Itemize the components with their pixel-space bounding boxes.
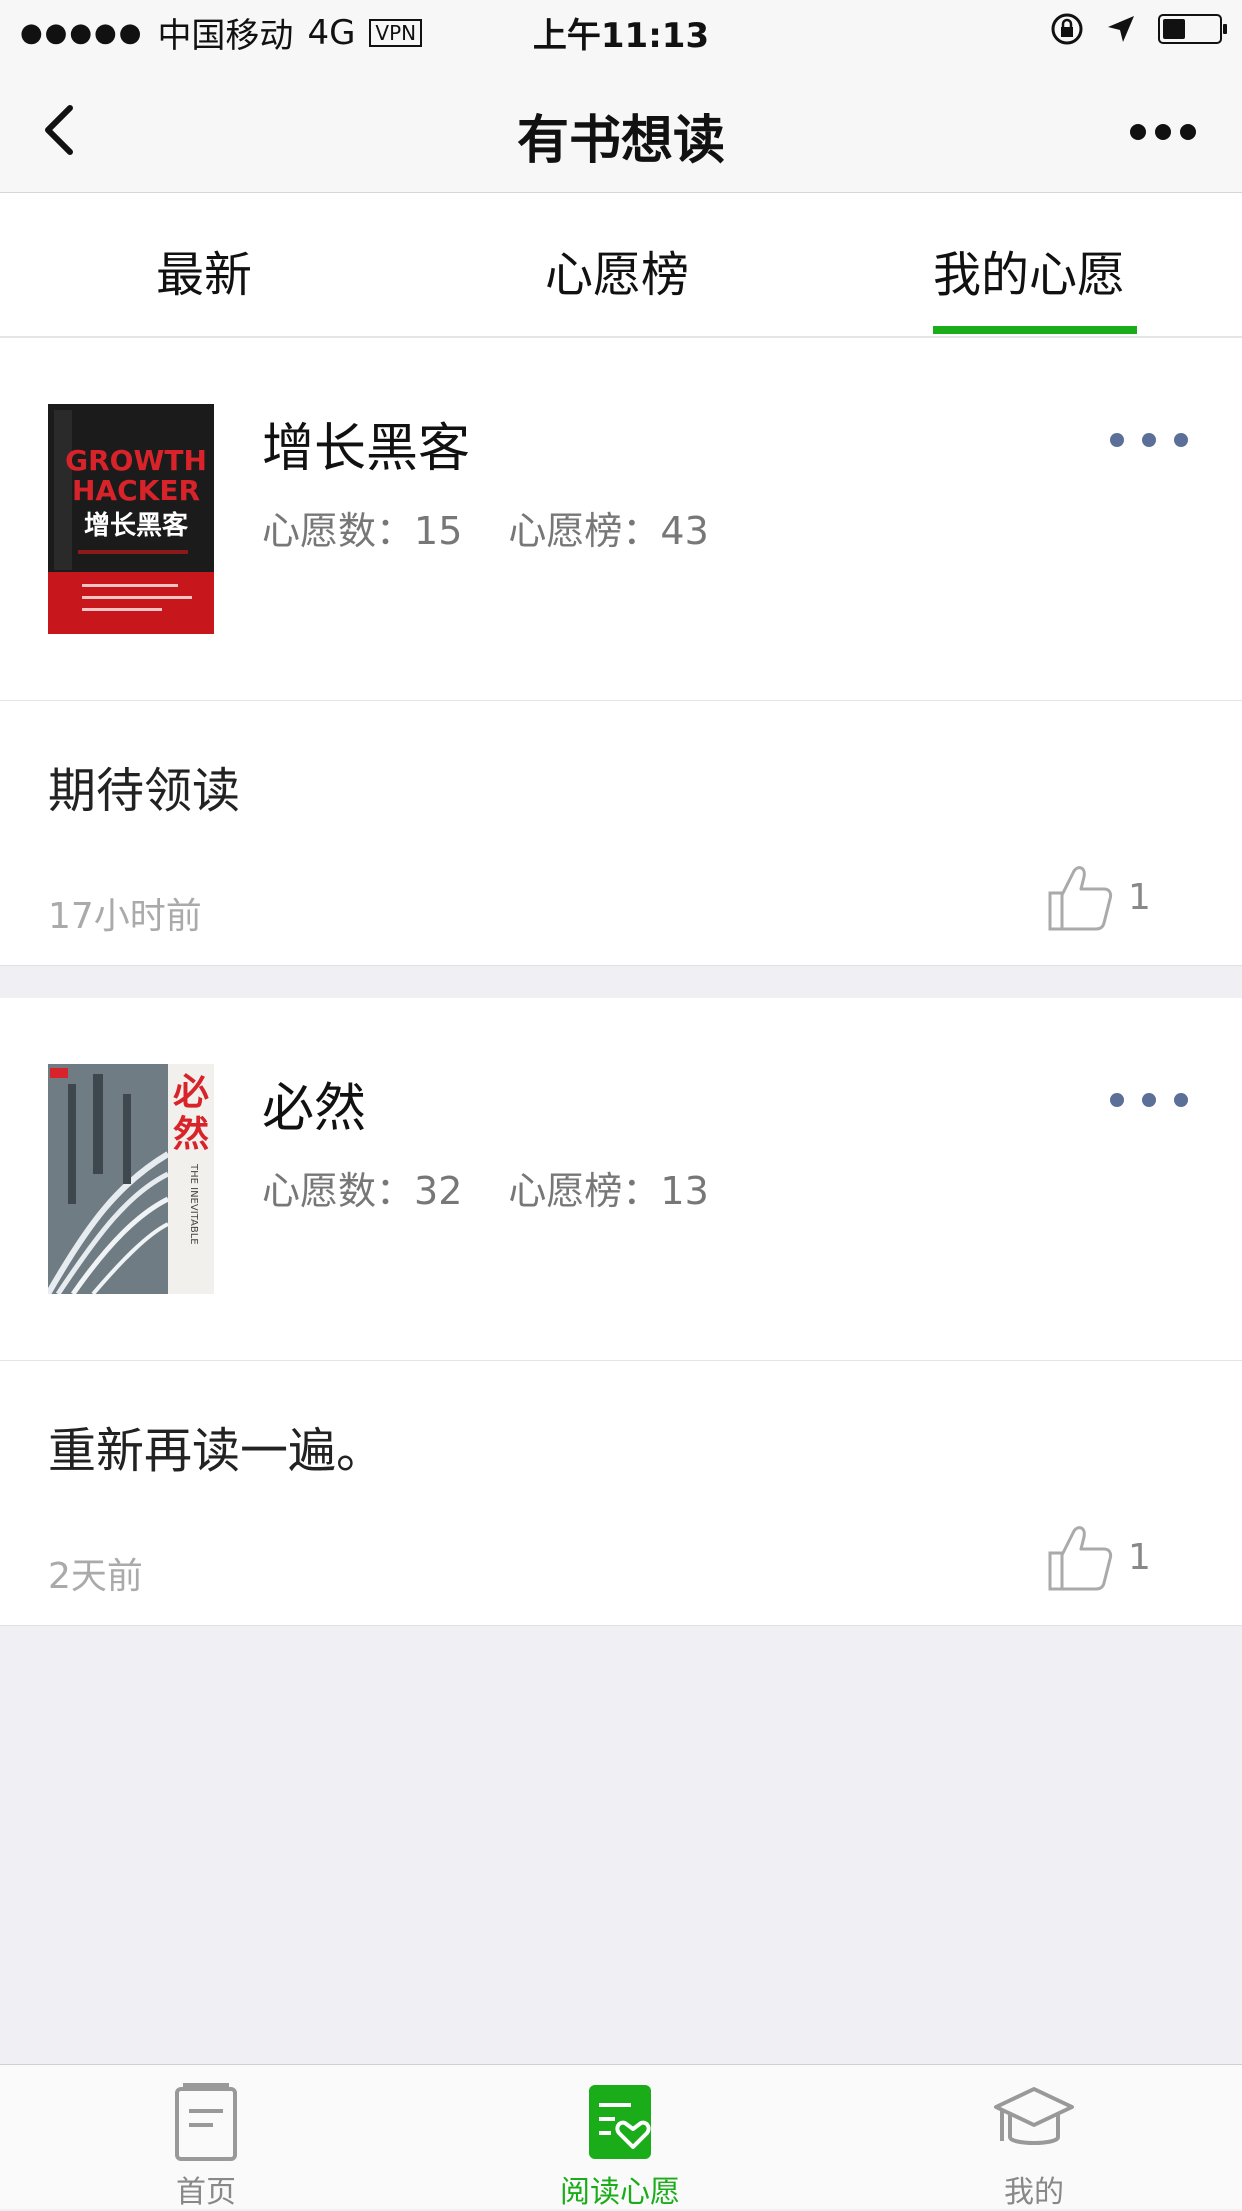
book-cover-inevitable[interactable]: 必 然 THE INEVITABLE xyxy=(48,1064,214,1294)
wish-count-label: 心愿数： xyxy=(262,509,415,553)
wish-card: GROWTH HACKER 增长黑客 增长黑客 心愿数：15 心愿榜：43 期待领… xyxy=(0,338,1242,966)
tab-latest[interactable]: 最新 xyxy=(156,235,252,305)
bottom-tab-bar: 首页 阅读心愿 我的 xyxy=(0,2064,1242,2211)
ranking-label: 心愿榜： xyxy=(508,509,661,553)
thumbs-up-icon[interactable] xyxy=(1044,863,1114,933)
ranking-value: 13 xyxy=(660,1169,709,1213)
thumbs-up-icon[interactable] xyxy=(1044,1523,1114,1593)
tab-my-wishes[interactable]: 我的心愿 xyxy=(933,235,1125,305)
tabbar-me[interactable]: 我的 xyxy=(934,2081,1134,2211)
navigation-bar: 有书想读 xyxy=(0,64,1242,193)
page-title: 有书想读 xyxy=(516,111,725,171)
comment-time: 2天前 xyxy=(48,1556,143,1597)
tabbar-home-label: 首页 xyxy=(176,2175,236,2210)
tabbar-reading-wish-label: 阅读心愿 xyxy=(560,2175,680,2210)
location-arrow-icon xyxy=(1108,16,1134,42)
book-row[interactable]: GROWTH HACKER 增长黑客 增长黑客 心愿数：15 心愿榜：43 xyxy=(0,338,1242,701)
home-notebook-icon xyxy=(175,2083,237,2161)
wish-count: 15 xyxy=(414,509,463,553)
svg-text:必: 必 xyxy=(173,1072,209,1113)
reading-wish-icon xyxy=(589,2085,651,2159)
battery-icon xyxy=(1158,14,1227,44)
svg-text:增长黑客: 增长黑客 xyxy=(84,510,189,541)
svg-text:THE INEVITABLE: THE INEVITABLE xyxy=(188,1163,199,1245)
book-stats: 心愿数：32 心愿榜：13 xyxy=(262,1160,709,1215)
comment-time: 17小时前 xyxy=(48,896,202,937)
book-cover-growth-hacker[interactable]: GROWTH HACKER 增长黑客 xyxy=(48,404,214,634)
more-menu-icon[interactable] xyxy=(1128,122,1198,142)
tabbar-home[interactable]: 首页 xyxy=(106,2081,306,2211)
wish-comment: 期待领读 17小时前 1 xyxy=(0,701,1242,966)
wish-count: 32 xyxy=(414,1169,463,1213)
tabbar-me-label: 我的 xyxy=(1004,2175,1064,2210)
comment-text: 期待领读 xyxy=(48,763,241,819)
status-bar: ●●●●● 中国移动 4G VPN 上午11:13 xyxy=(0,0,1242,64)
like-count: 1 xyxy=(1128,1537,1151,1578)
like-count: 1 xyxy=(1128,877,1151,918)
book-title[interactable]: 增长黑客 xyxy=(262,406,470,481)
book-stats: 心愿数：15 心愿榜：43 xyxy=(262,500,709,555)
svg-text:然: 然 xyxy=(173,1113,209,1155)
more-options-icon[interactable] xyxy=(1108,430,1190,450)
wish-comment: 重新再读一遍。 2天前 1 xyxy=(0,1361,1242,1626)
svg-text:HACKER: HACKER xyxy=(72,474,200,507)
svg-text:GROWTH: GROWTH xyxy=(65,444,207,477)
wish-card: 必 然 THE INEVITABLE 必然 心愿数：32 心愿榜：13 重新再读一… xyxy=(0,998,1242,1626)
rotation-lock-icon xyxy=(1051,13,1083,45)
active-tab-indicator xyxy=(933,326,1137,334)
wish-count-label: 心愿数： xyxy=(262,1169,415,1213)
tab-bar: 最新 心愿榜 我的心愿 xyxy=(0,193,1242,338)
more-options-icon[interactable] xyxy=(1108,1090,1190,1110)
comment-text: 重新再读一遍。 xyxy=(48,1423,385,1479)
book-row[interactable]: 必 然 THE INEVITABLE 必然 心愿数：32 心愿榜：13 xyxy=(0,998,1242,1361)
tab-wish-ranking[interactable]: 心愿榜 xyxy=(545,235,689,305)
graduation-cap-icon xyxy=(994,2087,1074,2145)
tabbar-reading-wish[interactable]: 阅读心愿 xyxy=(520,2081,720,2211)
ranking-value: 43 xyxy=(660,509,709,553)
ranking-label: 心愿榜： xyxy=(508,1169,661,1213)
book-title[interactable]: 必然 xyxy=(262,1066,366,1141)
